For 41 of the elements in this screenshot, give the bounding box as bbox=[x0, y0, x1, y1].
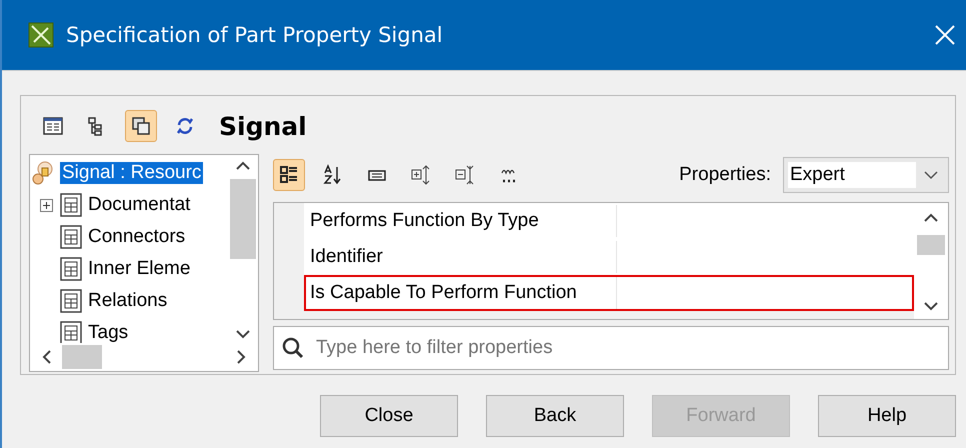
toolbar-button[interactable] bbox=[125, 110, 157, 142]
expand-icon bbox=[410, 164, 432, 186]
app-icon bbox=[28, 22, 54, 48]
chevron-up-icon[interactable] bbox=[924, 213, 938, 223]
chevron-up-icon[interactable] bbox=[236, 161, 250, 171]
document-icon bbox=[60, 225, 82, 249]
dialog-button[interactable]: Close bbox=[320, 395, 458, 437]
element-heading: Signal bbox=[219, 112, 307, 140]
tree-item[interactable]: Tags bbox=[86, 322, 130, 343]
window-title: Specification of Part Property Signal bbox=[66, 23, 444, 47]
chevron-left-icon[interactable] bbox=[42, 350, 52, 364]
chevron-down-icon[interactable] bbox=[236, 329, 250, 339]
filter-field[interactable]: Type here to filter properties bbox=[273, 326, 949, 370]
windows-icon bbox=[130, 115, 152, 137]
dialog-button[interactable]: Help bbox=[818, 395, 956, 437]
document-icon bbox=[60, 193, 82, 217]
refresh-icon bbox=[174, 115, 196, 137]
chevron-down-icon[interactable] bbox=[924, 301, 938, 311]
table-icon bbox=[42, 115, 64, 137]
dialog-button[interactable]: Back bbox=[486, 395, 624, 437]
close-icon[interactable] bbox=[934, 24, 956, 46]
tree-item[interactable]: Documentat bbox=[86, 194, 192, 216]
tree-item[interactable]: Connectors bbox=[86, 226, 188, 248]
tree-item[interactable]: Relations bbox=[86, 290, 170, 312]
plus-icon[interactable] bbox=[40, 198, 53, 212]
properties-dropdown[interactable]: Expert bbox=[783, 157, 949, 193]
chevron-right-icon[interactable] bbox=[236, 350, 246, 364]
scrollbar-thumb[interactable] bbox=[917, 235, 945, 255]
scrollbar-thumb[interactable] bbox=[230, 179, 256, 259]
properties-label: Properties: bbox=[679, 164, 771, 186]
search-icon bbox=[281, 336, 305, 360]
scrollbar-thumb[interactable] bbox=[62, 345, 102, 369]
tree-item[interactable]: Signal : Resourc bbox=[60, 162, 204, 184]
collapse-icon bbox=[454, 164, 476, 186]
document-icon bbox=[60, 289, 82, 313]
tree-item[interactable]: Inner Eleme bbox=[86, 258, 192, 280]
document-icon bbox=[60, 321, 82, 343]
toolbar-button[interactable] bbox=[273, 159, 305, 191]
document-icon bbox=[60, 257, 82, 281]
chevron-down-icon bbox=[924, 170, 938, 180]
grouped-list-icon bbox=[278, 164, 300, 186]
